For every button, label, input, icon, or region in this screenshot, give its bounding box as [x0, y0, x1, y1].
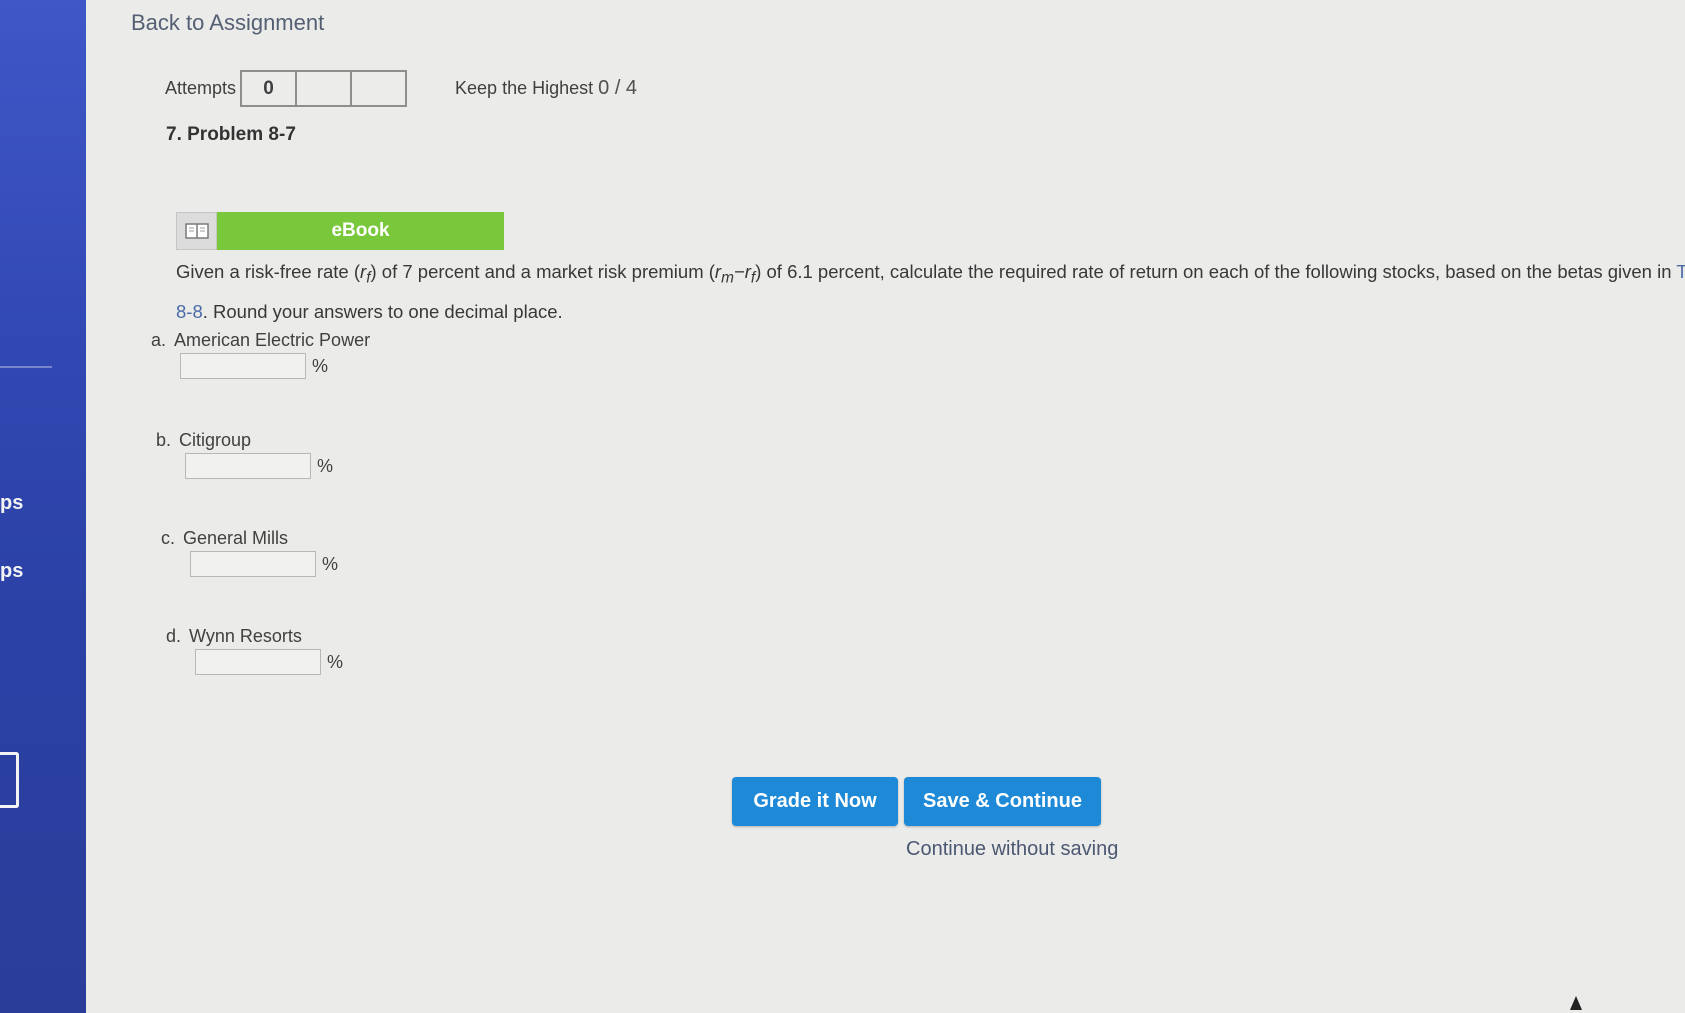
- part-a-answer-row: %: [180, 353, 370, 379]
- part-b-unit: %: [317, 455, 334, 476]
- part-d-unit: %: [327, 651, 344, 672]
- part-d-answer-row: %: [195, 649, 343, 675]
- save-and-continue-button[interactable]: Save & Continue: [904, 777, 1101, 826]
- part-c-label: General Mills: [183, 528, 289, 548]
- keep-highest: Keep the Highest 0 / 4: [455, 77, 637, 100]
- part-d: d. Wynn Resorts %: [166, 626, 343, 675]
- part-a-input[interactable]: [180, 353, 306, 379]
- part-c: c. General Mills %: [161, 528, 338, 577]
- part-b-answer-row: %: [185, 453, 333, 479]
- part-a-label-row: a. American Electric Power: [151, 330, 370, 351]
- sidebar-item-fragment-1[interactable]: ps: [0, 492, 23, 515]
- market-symbol: rm−rf: [715, 261, 755, 287]
- minus-sign: −: [733, 261, 745, 282]
- part-d-label: Wynn Resorts: [189, 626, 302, 646]
- question-text: Given a risk-free rate (rf) of 7 percent…: [176, 255, 1685, 328]
- sidebar-item-fragment-2[interactable]: ps: [0, 560, 23, 583]
- sidebar-divider: [0, 366, 52, 368]
- keep-highest-score: 0 / 4: [598, 77, 638, 99]
- question-text-part3: ) of 6.1 percent, calculate the required…: [755, 261, 1677, 282]
- part-a-unit: %: [312, 355, 329, 376]
- part-d-label-row: d. Wynn Resorts: [166, 626, 343, 647]
- part-d-input[interactable]: [195, 649, 321, 675]
- part-c-label-row: c. General Mills: [161, 528, 338, 549]
- part-b-input[interactable]: [185, 453, 311, 479]
- risk-free-symbol: rf: [360, 261, 370, 287]
- part-a: a. American Electric Power %: [151, 330, 370, 379]
- attempt-box-3: [350, 70, 408, 107]
- sidebar-button-fragment[interactable]: [0, 752, 19, 808]
- rm-subscript: m: [721, 269, 734, 287]
- ebook-label[interactable]: eBook: [217, 212, 504, 250]
- question-text-part2: ) of 7 percent and a market risk premium…: [370, 261, 715, 282]
- part-c-unit: %: [322, 553, 339, 574]
- attempt-box-1: 0: [240, 70, 298, 107]
- left-sidebar: ps ps: [0, 0, 86, 1013]
- part-b-letter: b.: [156, 430, 172, 450]
- part-b-label-row: b. Citigroup: [156, 430, 333, 451]
- attempt-box-2: [295, 70, 353, 107]
- part-c-input[interactable]: [190, 551, 316, 577]
- grade-it-now-button[interactable]: Grade it Now: [732, 777, 898, 826]
- part-a-label: American Electric Power: [174, 330, 371, 350]
- part-c-answer-row: %: [190, 551, 338, 577]
- mouse-cursor-icon: [1570, 996, 1582, 1010]
- problem-title: 7. Problem 8-7: [166, 124, 296, 145]
- part-b-label: Citigroup: [179, 430, 252, 450]
- question-text-part1: Given a risk-free rate (: [176, 261, 361, 282]
- book-icon[interactable]: [176, 212, 217, 250]
- part-c-letter: c.: [161, 528, 176, 548]
- main-content: Back to Assignment Attempts 0 Keep the H…: [86, 0, 1685, 1013]
- question-text-part4: . Round your answers to one decimal plac…: [202, 300, 563, 322]
- attempts-row: Attempts 0 Keep the Highest 0 / 4: [165, 70, 637, 107]
- continue-without-saving-link[interactable]: Continue without saving: [906, 838, 1118, 861]
- part-b: b. Citigroup %: [156, 430, 333, 479]
- attempts-label: Attempts: [165, 78, 237, 98]
- back-to-assignment-link[interactable]: Back to Assignment: [131, 10, 324, 36]
- ebook-button[interactable]: eBook: [176, 212, 504, 250]
- keep-highest-label: Keep the Highest: [455, 78, 594, 98]
- attempts-boxes: 0: [240, 70, 408, 107]
- part-a-letter: a.: [151, 330, 167, 350]
- part-d-letter: d.: [166, 626, 182, 646]
